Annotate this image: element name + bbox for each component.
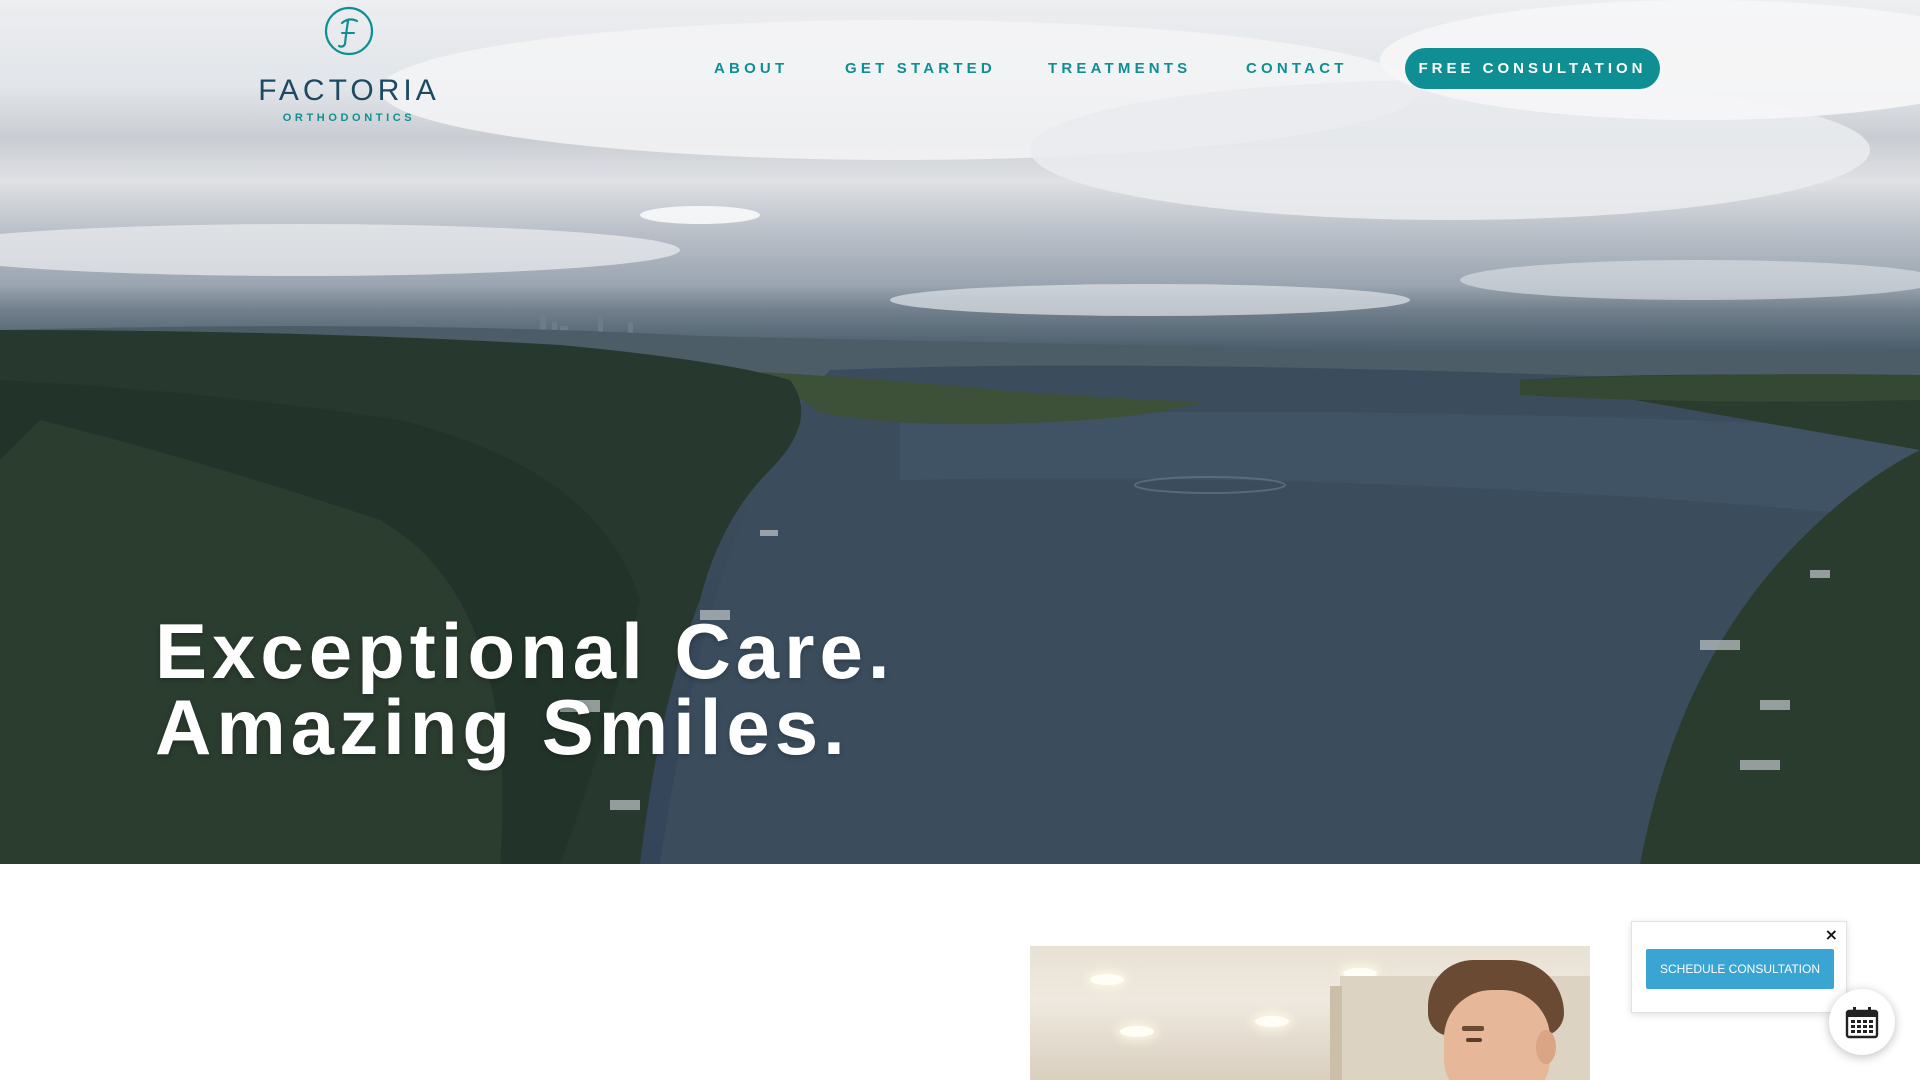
calendar-icon	[1845, 1007, 1879, 1039]
photo-person-face	[1444, 990, 1550, 1080]
photo-person-eye	[1466, 1038, 1482, 1042]
hero-headline: Exceptional Care. Amazing Smiles.	[155, 607, 895, 771]
schedule-consultation-button[interactable]: SCHEDULE CONSULTATION	[1646, 949, 1834, 989]
ceiling-light	[1120, 1026, 1154, 1037]
nav-contact[interactable]: CONTACT	[1246, 60, 1348, 77]
photo-doorframe	[1330, 986, 1342, 1080]
doctor-photo	[1030, 946, 1590, 1080]
free-consultation-button[interactable]: FREE CONSULTATION	[1405, 48, 1660, 89]
nav-treatments[interactable]: TREATMENTS	[1048, 60, 1191, 77]
calendar-launcher-button[interactable]	[1829, 989, 1895, 1055]
nav-about[interactable]: ABOUT	[714, 60, 788, 77]
photo-person-ear	[1536, 1030, 1556, 1064]
ceiling-light	[1255, 1016, 1289, 1027]
hero-headline-line-1: Exceptional Care.	[155, 607, 895, 695]
schedule-popup: × SCHEDULE CONSULTATION	[1631, 921, 1847, 1013]
hero-headline-line-2: Amazing Smiles.	[155, 683, 850, 771]
factoria-monogram-icon	[324, 6, 374, 56]
close-icon[interactable]: ×	[1825, 926, 1838, 944]
logo-tagline: ORTHODONTICS	[282, 112, 416, 124]
nav-get-started[interactable]: GET STARTED	[845, 60, 996, 77]
photo-person-brow	[1462, 1026, 1484, 1031]
ceiling-light	[1090, 974, 1124, 985]
